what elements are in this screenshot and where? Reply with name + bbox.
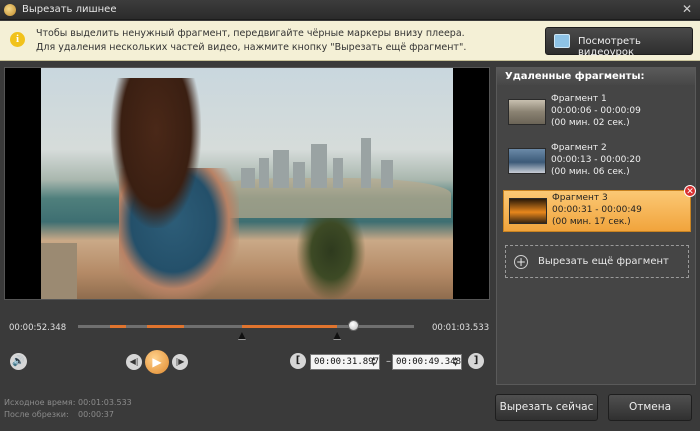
timeline-area: 00:00:52.348 00:01:03.533 🔊 ◀| ▶ |▶ [ 00… <box>4 305 490 385</box>
set-start-marker-button[interactable]: [ <box>290 353 306 369</box>
fragment-thumbnail <box>508 148 546 174</box>
cut-segment <box>241 325 338 328</box>
next-frame-button[interactable]: |▶ <box>172 354 188 370</box>
fragment-thumbnail <box>508 99 546 125</box>
video-frame-image <box>41 68 453 299</box>
play-button[interactable]: ▶ <box>145 350 169 374</box>
fragment-item-selected[interactable]: Фрагмент 3 00:00:31 - 00:00:49 (00 мин. … <box>503 185 696 232</box>
fragment-item[interactable]: Фрагмент 1 00:00:06 - 00:00:09 (00 мин. … <box>503 92 691 134</box>
previous-frame-button[interactable]: ◀| <box>126 354 142 370</box>
info-text-line2: Для удаления нескольких частей видео, на… <box>36 42 467 53</box>
cut-now-button[interactable]: Вырезать сейчас <box>495 394 598 421</box>
selection-start-marker[interactable] <box>237 332 246 340</box>
volume-icon[interactable]: 🔊 <box>10 353 27 370</box>
cut-segment <box>146 325 184 328</box>
fragment-item[interactable]: Фрагмент 2 00:00:13 - 00:00:20 (00 мин. … <box>503 141 691 183</box>
selection-end-marker[interactable] <box>333 332 342 340</box>
info-icon: i <box>10 32 25 47</box>
fragment-thumbnail <box>509 198 547 224</box>
range-separator: – <box>386 356 391 367</box>
video-preview[interactable] <box>4 67 490 300</box>
removed-fragments-panel: Удаленные фрагменты: Фрагмент 1 00:00:06… <box>496 67 696 385</box>
end-spinner-icon[interactable]: ▲ ▼ <box>451 356 460 368</box>
cancel-button[interactable]: Отмена <box>608 394 692 421</box>
playhead-handle[interactable] <box>347 320 359 331</box>
watch-tutorial-label: Посмотреть видеоурок <box>578 36 641 58</box>
total-time: 00:01:03.533 <box>432 323 490 333</box>
start-spinner-icon[interactable]: ▲ ▼ <box>369 356 378 368</box>
set-end-marker-button[interactable]: ] <box>468 353 484 369</box>
cut-another-fragment-button[interactable]: + Вырезать ещё фрагмент <box>505 245 689 278</box>
selection-start-field[interactable]: 00:00:31.897 ▲ ▼ <box>310 354 380 370</box>
cut-segment <box>109 325 126 328</box>
plus-icon: + <box>514 255 528 269</box>
watch-tutorial-button[interactable]: Посмотреть видеоурок <box>545 27 693 58</box>
app-icon <box>4 4 16 16</box>
remove-fragment-icon[interactable]: ✕ <box>684 185 696 197</box>
panel-title: Удаленные фрагменты: <box>497 68 695 85</box>
current-time: 00:00:52.348 <box>9 323 67 333</box>
close-icon[interactable]: ✕ <box>680 2 694 16</box>
title-bar: Вырезать лишнее ✕ <box>0 0 700 20</box>
video-tutorial-icon <box>554 34 570 48</box>
selection-end-field[interactable]: 00:00:49.348 ▲ ▼ <box>392 354 462 370</box>
info-text-line1: Чтобы выделить ненужный фрагмент, передв… <box>36 28 465 39</box>
window-title: Вырезать лишнее <box>22 4 117 15</box>
